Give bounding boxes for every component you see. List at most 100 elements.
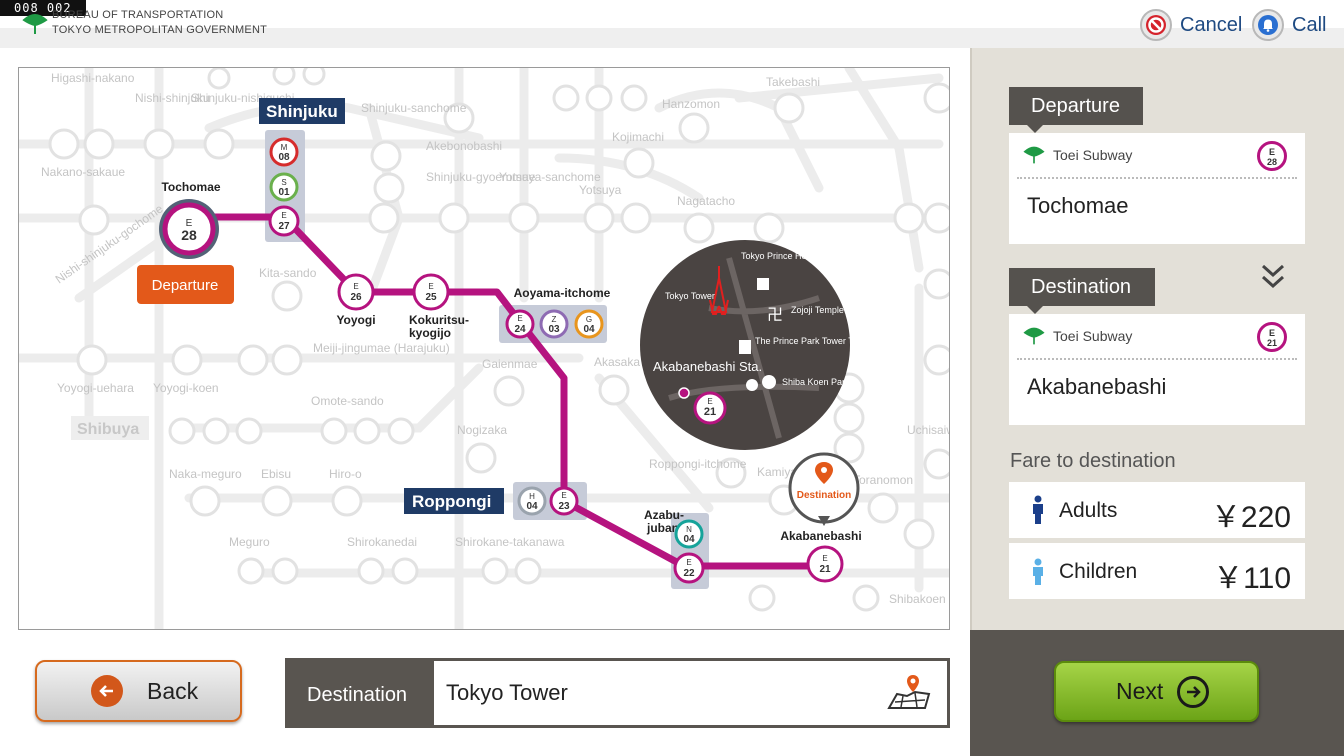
route-map-canvas: Higashi-nakano Nishi-shinjuku Shinjuku-n… <box>19 68 950 629</box>
label-hiro-o: Hiro-o <box>329 467 362 481</box>
label-ebisu: Ebisu <box>261 467 291 481</box>
call-label: Call <box>1292 13 1327 36</box>
route-station-number: 24 <box>514 324 526 335</box>
destination-line: Toei Subway <box>1023 326 1132 346</box>
label-takebashi: Takebashi <box>766 75 820 89</box>
inset-badge-line: E <box>707 397 712 406</box>
ginkgo-logo-icon <box>22 14 48 34</box>
label-roppongi-itchome: Roppongi-itchome <box>649 457 747 471</box>
transfer-line-letter: H <box>529 492 535 501</box>
label-kita-sando: Kita-sando <box>259 266 317 280</box>
tree-icon <box>762 375 776 389</box>
inset-label-station: Akabanebashi Sta. <box>653 359 762 374</box>
fare-title: Fare to destination <box>1010 450 1176 472</box>
fare-row-adults: Adults ￥220 <box>1009 482 1305 538</box>
route-station-number: 28 <box>181 227 197 243</box>
destination-pin-label: Destination <box>797 490 851 501</box>
route-station-line-code: E <box>428 282 433 291</box>
transfer-line-letter: Z <box>552 315 557 324</box>
org-name-line2: TOKYO METROPOLITAN GOVERNMENT <box>52 24 268 36</box>
arrow-right-icon <box>1177 675 1210 708</box>
label-yotsuya-sanchome: Yotsuya-sanchome <box>499 170 601 184</box>
inset-badge-num: 21 <box>704 406 716 418</box>
label-meiji-jingumae: Meiji-jingumae (Harajuku) <box>313 341 450 355</box>
area-label-shinjuku: Shinjuku <box>266 102 338 121</box>
inset-station-dot <box>678 387 690 399</box>
destination-field-label: Destination <box>307 684 408 706</box>
inset-label-park-tower: The Prince Park Tower Tokyo <box>755 336 872 346</box>
route-station-number: 27 <box>278 221 290 232</box>
building-icon <box>739 340 751 354</box>
label-nakano-sakaue: Nakano-sakaue <box>41 165 125 179</box>
label-uchisaiwaicho: Uchisaiwaicho <box>907 423 950 437</box>
inset-label-prince-hotel: Tokyo Prince Hotel <box>741 251 816 261</box>
adult-icon <box>1033 495 1043 524</box>
destination-line-name: Toei Subway <box>1053 328 1133 344</box>
destination-input[interactable] <box>434 661 947 725</box>
next-button[interactable]: Next <box>1054 661 1259 722</box>
route-station-name: kyogijo <box>409 326 451 340</box>
label-toranomon: Toranomon <box>853 473 913 487</box>
tree-icon <box>746 379 758 391</box>
route-station-line-code: E <box>517 314 522 323</box>
label-shirokanedai: Shirokanedai <box>347 535 417 549</box>
label-yotsuya: Yotsuya <box>579 183 622 197</box>
header-bar: 008 002 BUREAU OF TRANSPORTATION TOKYO M… <box>0 0 1344 48</box>
ginkgo-icon <box>1023 146 1045 164</box>
route-station-number: 23 <box>558 501 570 512</box>
area-label-roppongi: Roppongi <box>412 492 491 511</box>
transfer-line-number: 03 <box>548 324 560 335</box>
destination-station-name: Akabanebashi <box>1027 374 1167 399</box>
inset-label-tokyo-tower: Tokyo Tower <box>665 291 715 301</box>
label-kojimachi: Kojimachi <box>612 130 664 144</box>
temple-icon: 卍 <box>767 305 783 324</box>
route-station-line-code: E <box>561 491 566 500</box>
transfer-line-letter: S <box>281 178 286 187</box>
map-pin-icon[interactable] <box>885 672 933 712</box>
label-shinjuku-sanchome: Shinjuku-sanchome <box>361 101 467 115</box>
call-button[interactable]: Call <box>1252 8 1326 42</box>
children-label: Children <box>1059 560 1138 583</box>
label-shirokane-takanawa: Shirokane-takanawa <box>455 535 565 549</box>
label-omote-sando: Omote-sando <box>311 394 384 408</box>
transfer-line-letter: N <box>686 525 692 534</box>
label-meguro: Meguro <box>229 535 270 549</box>
divider <box>1017 177 1297 179</box>
departure-callout-label: Departure <box>152 277 219 294</box>
route-station-line-code: E <box>686 558 691 567</box>
next-label: Next <box>1116 678 1164 704</box>
org-name-line1: BUREAU OF TRANSPORTATION <box>52 9 224 21</box>
transfer-line-letter: M <box>281 143 288 152</box>
bell-icon <box>1252 9 1284 41</box>
transfer-line-letter: G <box>586 315 592 324</box>
child-icon <box>1033 558 1043 585</box>
cancel-label: Cancel <box>1180 13 1243 36</box>
transfer-line-number: 08 <box>278 152 290 163</box>
departure-tag: Departure <box>1009 87 1143 133</box>
route-station-line-code: E <box>822 554 827 563</box>
route-station-name: Yoyogi <box>336 313 375 327</box>
cancel-icon <box>1140 9 1172 41</box>
route-map[interactable]: Higashi-nakano Nishi-shinjuku Shinjuku-n… <box>18 67 950 630</box>
departure-card[interactable]: Toei Subway E 28 Tochomae <box>1009 133 1305 244</box>
fare-row-children: Children ￥110 <box>1009 543 1305 599</box>
route-station-name: Akabanebashi <box>780 529 861 543</box>
route-station-name: Kokuritsu- <box>409 313 469 327</box>
route-station-number: 21 <box>819 564 831 575</box>
route-station-name: Aoyama-itchome <box>514 286 611 300</box>
label-gaienmae: Gaienmae <box>482 357 538 371</box>
label-yoyogi-koen: Yoyogi-koen <box>153 381 219 395</box>
label-nagatacho: Nagatacho <box>677 194 735 208</box>
departure-station-badge: E 28 <box>1257 141 1287 171</box>
destination-card[interactable]: Toei Subway E 21 Akabanebashi <box>1009 314 1305 425</box>
back-label: Back <box>147 677 199 704</box>
adults-label: Adults <box>1059 499 1118 522</box>
fare-guide-screen: 008 002 BUREAU OF TRANSPORTATION TOKYO M… <box>0 0 1344 756</box>
label-naka-meguro: Naka-meguro <box>169 467 242 481</box>
location-pin-dot <box>821 467 827 473</box>
cancel-button[interactable]: Cancel <box>1140 8 1242 42</box>
departure-code-num: 28 <box>1266 157 1277 167</box>
departure-code-line: E <box>1268 147 1275 157</box>
back-button[interactable]: Back <box>35 660 242 722</box>
label-akasaka: Akasaka <box>594 355 640 369</box>
